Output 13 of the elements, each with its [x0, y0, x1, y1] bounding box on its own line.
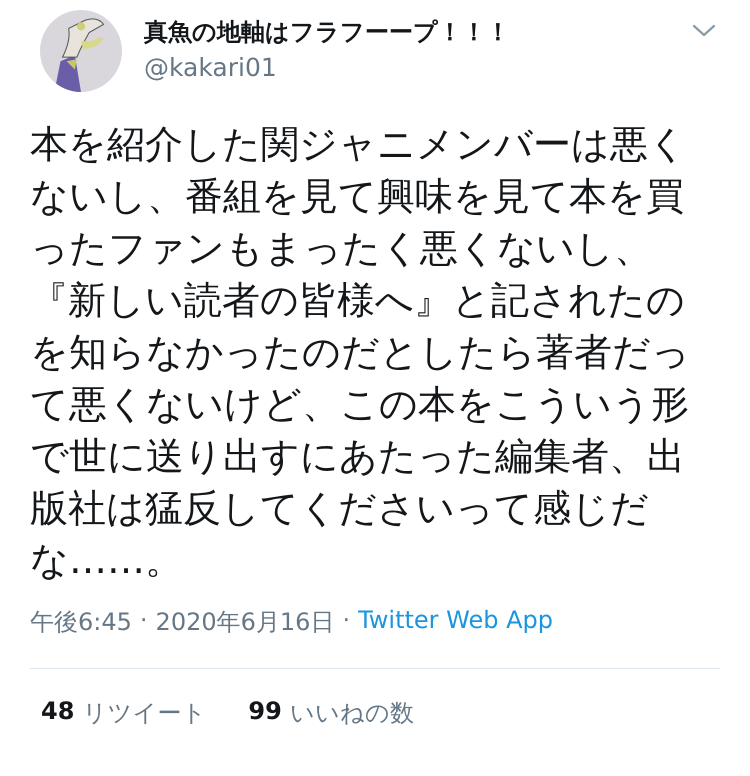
tweet-time: 午後6:45 [30, 607, 132, 638]
separator-dot: · [342, 606, 350, 636]
tweet-date: 2020年6月16日 [156, 607, 334, 638]
tweet-text: 本を紹介した関ジャニメンバーは悪くないし、番組を見て興味を見て本を買ったファンもまったく悪くないし、『新しい読者の皆様へ』と記されたのを知らなかったのだとしたら著者だって悪くないけど、この本をこういう形で世に送り出すにあたった編集者、出版社は猛反してくださいって感じだな……。 [30, 121, 691, 584]
stat-count: 99 [248, 697, 282, 727]
stat-label[interactable]: リツイート [82, 697, 206, 729]
stat-count: 48 [41, 697, 74, 727]
chevron-down-icon[interactable] [692, 24, 716, 38]
user-handle: @kakari01 [144, 52, 278, 84]
separator-dot: · [140, 606, 148, 636]
source-link[interactable]: Twitter Web App [358, 606, 553, 638]
display-name: 真魚の地軸はフラフーープ！！！ [144, 17, 511, 48]
stat-label[interactable]: いいねの数 [290, 697, 414, 729]
